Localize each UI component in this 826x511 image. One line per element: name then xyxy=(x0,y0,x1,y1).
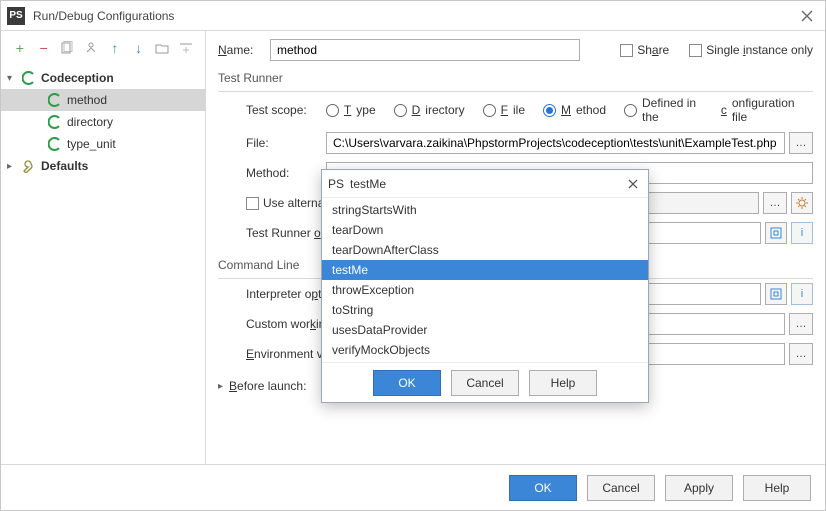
help-button[interactable]: Help xyxy=(529,370,597,396)
file-row: File: … xyxy=(206,128,825,158)
add-icon[interactable]: + xyxy=(11,39,29,57)
scope-radio-type[interactable]: Type xyxy=(326,103,376,117)
window-title: Run/Debug Configurations xyxy=(33,9,795,23)
checkbox-icon xyxy=(620,44,633,57)
test-runner-section-title: Test Runner xyxy=(206,65,825,87)
settings-button[interactable] xyxy=(791,192,813,214)
method-chooser-popup: PS testMe stringStartsWith tearDown tear… xyxy=(321,169,649,403)
cancel-button[interactable]: Cancel xyxy=(587,475,655,501)
scope-radio-method[interactable]: Method xyxy=(543,103,606,117)
popup-title-bar: PS testMe xyxy=(322,170,648,198)
list-item[interactable]: stringStartsWith xyxy=(322,200,648,220)
checkbox-icon xyxy=(246,197,259,210)
popup-buttons: OK Cancel Help xyxy=(322,362,648,402)
codeception-icon xyxy=(47,92,63,108)
scope-radio-file[interactable]: File xyxy=(483,103,525,117)
browse-button[interactable]: … xyxy=(763,192,787,214)
codeception-icon xyxy=(47,114,63,130)
title-bar: PS Run/Debug Configurations xyxy=(1,1,825,31)
list-item[interactable]: tearDownAfterClass xyxy=(322,240,648,260)
before-launch-label: Before launch: xyxy=(229,379,306,393)
method-list: stringStartsWith tearDown tearDownAfterC… xyxy=(322,198,648,362)
list-item[interactable]: usesDataProvider xyxy=(322,320,648,340)
tree-node-codeception[interactable]: ▾ Codeception xyxy=(1,67,205,89)
tree-node-label: Codeception xyxy=(41,71,114,85)
scope-radio-defined[interactable]: Defined in the configuration file xyxy=(624,96,813,124)
codeception-icon xyxy=(47,136,63,152)
tree-item-type-unit[interactable]: type_unit xyxy=(1,133,205,155)
up-icon[interactable]: ↑ xyxy=(106,39,124,57)
name-row: Name: Share Single instance only xyxy=(206,35,825,65)
close-icon[interactable] xyxy=(624,175,642,193)
chevron-right-icon: ▸ xyxy=(7,161,17,172)
apply-button[interactable]: Apply xyxy=(665,475,733,501)
info-button[interactable]: i xyxy=(791,283,813,305)
ok-button[interactable]: OK xyxy=(509,475,577,501)
dialog-run-debug-configurations: PS Run/Debug Configurations + − ↑ ↓ xyxy=(0,0,826,511)
expand-button[interactable] xyxy=(765,283,787,305)
info-button[interactable]: i xyxy=(791,222,813,244)
config-tree: ▾ Codeception method director xyxy=(1,65,205,464)
close-icon[interactable] xyxy=(795,4,819,28)
sidebar: + − ↑ ↓ ▾ xyxy=(1,31,206,464)
tree-item-method[interactable]: method xyxy=(1,89,205,111)
tree-item-label: method xyxy=(67,93,107,107)
file-input[interactable] xyxy=(326,132,785,154)
collapse-icon[interactable] xyxy=(177,39,195,57)
checkbox-icon xyxy=(689,44,702,57)
list-item[interactable]: toString xyxy=(322,300,648,320)
dialog-buttons: OK Cancel Apply Help xyxy=(1,464,825,510)
expand-button[interactable] xyxy=(765,222,787,244)
browse-button[interactable]: … xyxy=(789,313,813,335)
test-scope-label: Test scope: xyxy=(246,103,326,117)
chevron-right-icon: ▸ xyxy=(218,381,223,392)
codeception-icon xyxy=(21,70,37,86)
file-label: File: xyxy=(246,136,326,150)
list-item[interactable]: tearDown xyxy=(322,220,648,240)
help-button[interactable]: Help xyxy=(743,475,811,501)
name-label: Name: xyxy=(218,43,260,57)
tree-item-label: directory xyxy=(67,115,113,129)
browse-button[interactable]: … xyxy=(789,343,813,365)
name-input[interactable] xyxy=(270,39,580,61)
tree-node-defaults[interactable]: ▸ Defaults xyxy=(1,155,205,177)
checkbox-label: Share xyxy=(637,43,669,57)
method-label: Method: xyxy=(246,166,326,180)
down-icon[interactable]: ↓ xyxy=(130,39,148,57)
remove-icon[interactable]: − xyxy=(35,39,53,57)
test-scope-row: Test scope: Type Directory File Method D… xyxy=(206,92,825,128)
cancel-button[interactable]: Cancel xyxy=(451,370,519,396)
folder-icon[interactable] xyxy=(154,39,172,57)
list-item[interactable]: throwException xyxy=(322,280,648,300)
popup-title: testMe xyxy=(350,177,624,191)
tree-node-label: Defaults xyxy=(41,159,88,173)
settings-icon[interactable] xyxy=(82,39,100,57)
browse-button[interactable]: … xyxy=(789,132,813,154)
sidebar-toolbar: + − ↑ ↓ xyxy=(1,31,205,65)
app-icon: PS xyxy=(7,7,25,25)
share-checkbox[interactable]: Share xyxy=(620,43,669,57)
checkbox-label: Single instance only xyxy=(706,43,813,57)
wrench-icon xyxy=(21,158,37,174)
chevron-down-icon: ▾ xyxy=(7,73,17,84)
list-item[interactable]: verifyMockObjects xyxy=(322,340,648,360)
app-icon: PS xyxy=(328,177,344,191)
tree-item-directory[interactable]: directory xyxy=(1,111,205,133)
list-item[interactable]: testMe xyxy=(322,260,648,280)
tree-item-label: type_unit xyxy=(67,137,116,151)
single-instance-checkbox[interactable]: Single instance only xyxy=(689,43,813,57)
copy-icon[interactable] xyxy=(59,39,77,57)
scope-radio-directory[interactable]: Directory xyxy=(394,103,465,117)
test-scope-radios: Type Directory File Method Defined in th… xyxy=(326,96,813,124)
ok-button[interactable]: OK xyxy=(373,370,441,396)
